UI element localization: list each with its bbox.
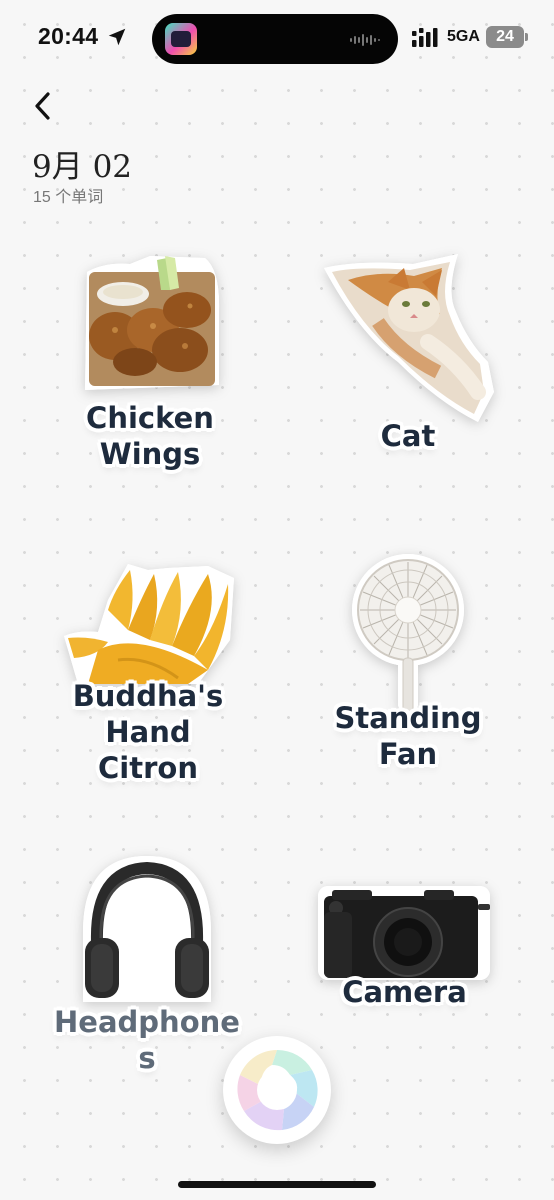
sticker-standing-fan[interactable]: Standing Fan: [328, 552, 488, 777]
sticker-label-standing-fan: Standing Fan: [334, 701, 482, 771]
status-time: 20:44: [38, 23, 99, 49]
battery-level: 24: [496, 28, 514, 45]
word-count: 15 个单词: [33, 189, 104, 206]
sticker-cat[interactable]: Cat: [318, 252, 498, 462]
chicken-wings-image: [85, 256, 220, 390]
network-type: 5GA: [447, 28, 480, 45]
aperture-icon: [237, 1049, 318, 1131]
sticker-label-buddhas-hand-citron: Buddha's Hand Citron: [72, 679, 224, 785]
scan-button[interactable]: [223, 1036, 331, 1144]
battery-icon: 24: [486, 26, 528, 48]
camera-image: [318, 886, 490, 980]
back-chevron-icon[interactable]: [28, 88, 60, 124]
sticker-camera[interactable]: Camera: [312, 882, 497, 1022]
sticker-headphones[interactable]: Headphone s: [52, 852, 242, 1077]
sticker-chicken-wings[interactable]: Chicken Wings: [70, 250, 230, 485]
buddhas-hand-citron-image: [64, 564, 234, 684]
dynamic-island[interactable]: [152, 14, 398, 64]
home-indicator[interactable]: [178, 1181, 376, 1188]
page-title: 9月 02: [32, 149, 133, 185]
standing-fan-image: [352, 554, 464, 712]
signal-icon: [412, 28, 438, 47]
headphones-image: [83, 856, 211, 1002]
location-arrow-icon: [108, 28, 126, 46]
sticker-label-chicken-wings: Chicken Wings: [86, 401, 214, 471]
status-bar: 20:44 5GA 24: [0, 0, 554, 76]
sticker-label-camera: Camera: [342, 975, 467, 1009]
sticker-buddhas-hand-citron[interactable]: Buddha's Hand Citron: [58, 560, 238, 790]
sticker-label-headphones: Headphone s: [54, 1005, 240, 1075]
music-app-icon[interactable]: [165, 23, 197, 55]
waveform-icon: [350, 34, 380, 46]
cat-image: [324, 254, 494, 422]
sticker-label-cat: Cat: [380, 419, 436, 453]
